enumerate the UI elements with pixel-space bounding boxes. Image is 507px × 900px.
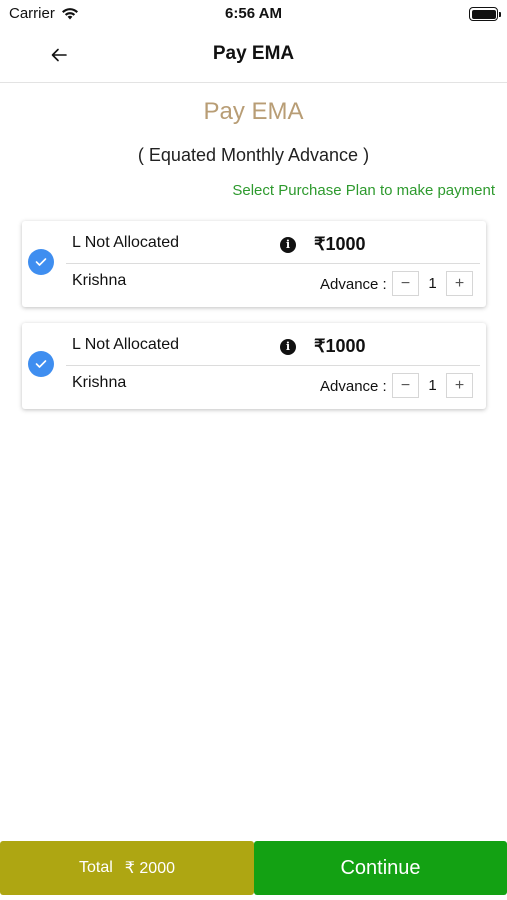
plan-card[interactable]: L Not Allocated i ₹1000 Krishna Advance … <box>22 221 486 307</box>
total-bar: Total ₹ 2000 <box>0 841 254 895</box>
checkmark-icon <box>35 360 47 368</box>
plan-amount: ₹1000 <box>314 336 366 356</box>
advance-label: Advance : <box>320 378 387 395</box>
info-icon[interactable]: i <box>280 237 296 253</box>
plan-title: L Not Allocated <box>72 336 180 353</box>
back-button[interactable] <box>42 38 76 72</box>
arrow-left-icon <box>51 48 67 62</box>
info-icon[interactable]: i <box>280 339 296 355</box>
total-value: ₹ 2000 <box>124 860 175 877</box>
page-heading: Pay EMA <box>203 98 304 125</box>
advance-quantity: 1 <box>428 377 437 394</box>
increment-button[interactable]: + <box>446 373 473 398</box>
clock: 6:56 AM <box>225 5 282 22</box>
status-bar: Carrier 6:56 AM <box>0 0 507 28</box>
total-label: Total <box>78 859 113 876</box>
plan-title: L Not Allocated <box>72 234 180 251</box>
battery-icon <box>469 7 501 21</box>
checkmark-icon <box>35 258 47 266</box>
decrement-button[interactable]: − <box>392 271 419 296</box>
plan-selected-checkbox[interactable] <box>28 351 54 377</box>
decrement-button[interactable]: − <box>392 373 419 398</box>
plan-customer-name: Krishna <box>72 374 127 391</box>
nav-title: Pay EMA <box>212 43 295 64</box>
plan-selected-checkbox[interactable] <box>28 249 54 275</box>
advance-quantity: 1 <box>428 275 437 292</box>
continue-button[interactable]: Continue <box>254 841 507 895</box>
select-plan-hint: Select Purchase Plan to make payment <box>232 182 495 199</box>
plan-card[interactable]: L Not Allocated i ₹1000 Krishna Advance … <box>22 323 486 409</box>
plan-customer-name: Krishna <box>72 272 127 289</box>
card-divider <box>66 263 480 264</box>
navigation-bar: Pay EMA <box>0 28 507 83</box>
plan-amount: ₹1000 <box>314 234 366 254</box>
increment-button[interactable]: + <box>446 271 473 296</box>
advance-label: Advance : <box>320 276 387 293</box>
page-subheading: ( Equated Monthly Advance ) <box>137 145 370 165</box>
card-divider <box>66 365 480 366</box>
